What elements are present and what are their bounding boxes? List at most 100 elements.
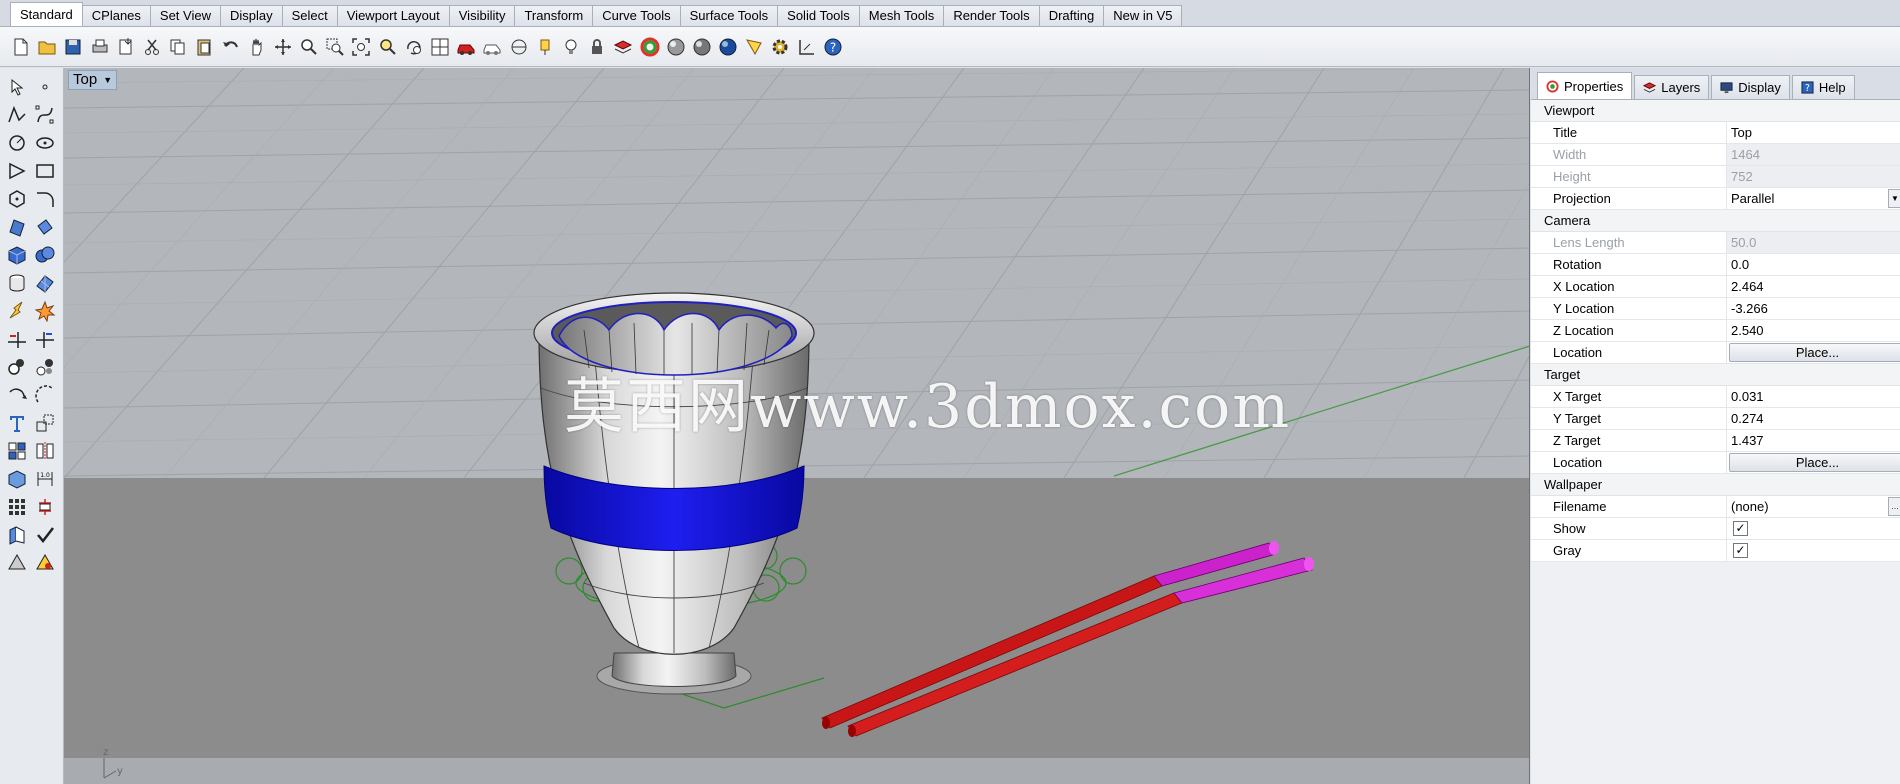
- tab-select[interactable]: Select: [281, 5, 338, 26]
- spotlight-icon[interactable]: [743, 36, 765, 58]
- dimension-icon[interactable]: [796, 36, 818, 58]
- ellipse-icon[interactable]: [32, 130, 58, 156]
- chevron-down-icon[interactable]: ▼: [103, 71, 112, 89]
- rectangle-icon[interactable]: [32, 158, 58, 184]
- prop-xloc-row[interactable]: X Location 2.464: [1531, 276, 1900, 298]
- camera-place-button[interactable]: Place...: [1729, 343, 1900, 362]
- prop-ytarget-row[interactable]: Y Target 0.274: [1531, 408, 1900, 430]
- prop-yloc-row[interactable]: Y Location -3.266: [1531, 298, 1900, 320]
- undo-icon[interactable]: [220, 36, 242, 58]
- mesh-plane-icon[interactable]: [32, 270, 58, 296]
- light-icon[interactable]: [560, 36, 582, 58]
- target-place-button[interactable]: Place...: [1729, 453, 1900, 472]
- prop-xtarget-value[interactable]: 0.031: [1727, 386, 1900, 407]
- tab-standard[interactable]: Standard: [10, 2, 83, 26]
- render-icon[interactable]: [32, 550, 58, 576]
- tab-cplanes[interactable]: CPlanes: [81, 5, 151, 26]
- cut-icon[interactable]: [141, 36, 163, 58]
- mirror-icon[interactable]: [32, 438, 58, 464]
- grid-snap-icon[interactable]: [508, 36, 530, 58]
- tab-new-in-v5[interactable]: New in V5: [1103, 5, 1183, 26]
- split-icon[interactable]: [32, 326, 58, 352]
- explode-icon[interactable]: [32, 298, 58, 324]
- tab-curve-tools[interactable]: Curve Tools: [592, 5, 681, 26]
- cone-icon[interactable]: [4, 550, 30, 576]
- tab-set-view[interactable]: Set View: [149, 5, 221, 26]
- curve-icon[interactable]: [32, 102, 58, 128]
- zoom-dynamic-icon[interactable]: [298, 36, 320, 58]
- ungroup-icon[interactable]: [32, 354, 58, 380]
- tab-render-tools[interactable]: Render Tools: [943, 5, 1040, 26]
- browse-button[interactable]: …: [1888, 497, 1900, 516]
- tab-help[interactable]: ? Help: [1791, 75, 1855, 99]
- import-icon[interactable]: [115, 36, 137, 58]
- render-flash-icon[interactable]: [4, 298, 30, 324]
- paste-icon[interactable]: [193, 36, 215, 58]
- group-icon[interactable]: [4, 354, 30, 380]
- prop-ytarget-value[interactable]: 0.274: [1727, 408, 1900, 429]
- gear-icon[interactable]: [769, 36, 791, 58]
- trim-icon[interactable]: [4, 326, 30, 352]
- prop-title-value[interactable]: Top: [1727, 122, 1900, 143]
- gray-checkbox[interactable]: ✓: [1733, 543, 1748, 558]
- new-file-icon[interactable]: [10, 36, 32, 58]
- bend-icon[interactable]: [32, 382, 58, 408]
- prop-projection-row[interactable]: Projection Parallel ▼: [1531, 188, 1900, 210]
- tab-display[interactable]: Display: [219, 5, 283, 26]
- scale-icon[interactable]: [32, 410, 58, 436]
- render-sphere-icon[interactable]: [665, 36, 687, 58]
- tab-layers[interactable]: Layers: [1634, 75, 1710, 99]
- tab-transform[interactable]: Transform: [514, 5, 594, 26]
- zoom-window-icon[interactable]: [324, 36, 346, 58]
- tab-solid-tools[interactable]: Solid Tools: [777, 5, 860, 26]
- prop-zloc-value[interactable]: 2.540: [1727, 320, 1900, 341]
- rotate-camera-icon[interactable]: [403, 36, 425, 58]
- render-sphere-2-icon[interactable]: [691, 36, 713, 58]
- prop-location-row[interactable]: Location Place...: [1531, 342, 1900, 364]
- tab-viewport-layout[interactable]: Viewport Layout: [336, 5, 450, 26]
- prop-ztarget-value[interactable]: 1.437: [1727, 430, 1900, 451]
- tab-display-panel[interactable]: Display: [1711, 75, 1790, 99]
- analyze-icon[interactable]: [4, 522, 30, 548]
- prop-target-location-row[interactable]: Location Place...: [1531, 452, 1900, 474]
- zoom-selected-icon[interactable]: [377, 36, 399, 58]
- layer-icon[interactable]: [612, 36, 634, 58]
- select-arrow-icon[interactable]: [4, 74, 30, 100]
- prop-ztarget-row[interactable]: Z Target 1.437: [1531, 430, 1900, 452]
- prop-gray-row[interactable]: Gray ✓: [1531, 540, 1900, 562]
- color-wheel-icon[interactable]: [639, 36, 661, 58]
- lock-icon[interactable]: [586, 36, 608, 58]
- mesh-cylinder-icon[interactable]: [4, 270, 30, 296]
- copy-icon[interactable]: [167, 36, 189, 58]
- four-viewports-icon[interactable]: [429, 36, 451, 58]
- surface-corner-icon[interactable]: [4, 214, 30, 240]
- circle-icon[interactable]: [4, 130, 30, 156]
- tab-mesh-tools[interactable]: Mesh Tools: [858, 5, 945, 26]
- car-outline-icon[interactable]: [481, 36, 503, 58]
- polygon-icon[interactable]: [4, 186, 30, 212]
- text-icon[interactable]: [4, 410, 30, 436]
- prop-title-row[interactable]: Title Top: [1531, 122, 1900, 144]
- viewport-title-tab[interactable]: Top ▼: [68, 70, 118, 90]
- prop-xtarget-row[interactable]: X Target 0.031: [1531, 386, 1900, 408]
- surface-edge-icon[interactable]: [32, 214, 58, 240]
- grid-array-icon[interactable]: [4, 494, 30, 520]
- light-bulb-icon[interactable]: [534, 36, 556, 58]
- prop-filename-row[interactable]: Filename (none)…: [1531, 496, 1900, 518]
- box-icon[interactable]: [4, 242, 30, 268]
- help-icon[interactable]: ?: [822, 36, 844, 58]
- block-icon[interactable]: [32, 494, 58, 520]
- rotate-icon[interactable]: [4, 382, 30, 408]
- tab-surface-tools[interactable]: Surface Tools: [679, 5, 779, 26]
- tab-visibility[interactable]: Visibility: [448, 5, 516, 26]
- top-viewport[interactable]: z y Top ▼ 莫西网www.3dmox.com: [64, 68, 1530, 784]
- polyline-icon[interactable]: [4, 102, 30, 128]
- prop-rotation-value[interactable]: 0.0: [1727, 254, 1900, 275]
- dimension-linear-icon[interactable]: 1.0: [32, 466, 58, 492]
- point-icon[interactable]: [32, 74, 58, 100]
- prop-xloc-value[interactable]: 2.464: [1727, 276, 1900, 297]
- boolean-union-icon[interactable]: [32, 242, 58, 268]
- rotate-view-icon[interactable]: [272, 36, 294, 58]
- save-icon[interactable]: [62, 36, 84, 58]
- chevron-down-icon[interactable]: ▼: [1888, 189, 1900, 208]
